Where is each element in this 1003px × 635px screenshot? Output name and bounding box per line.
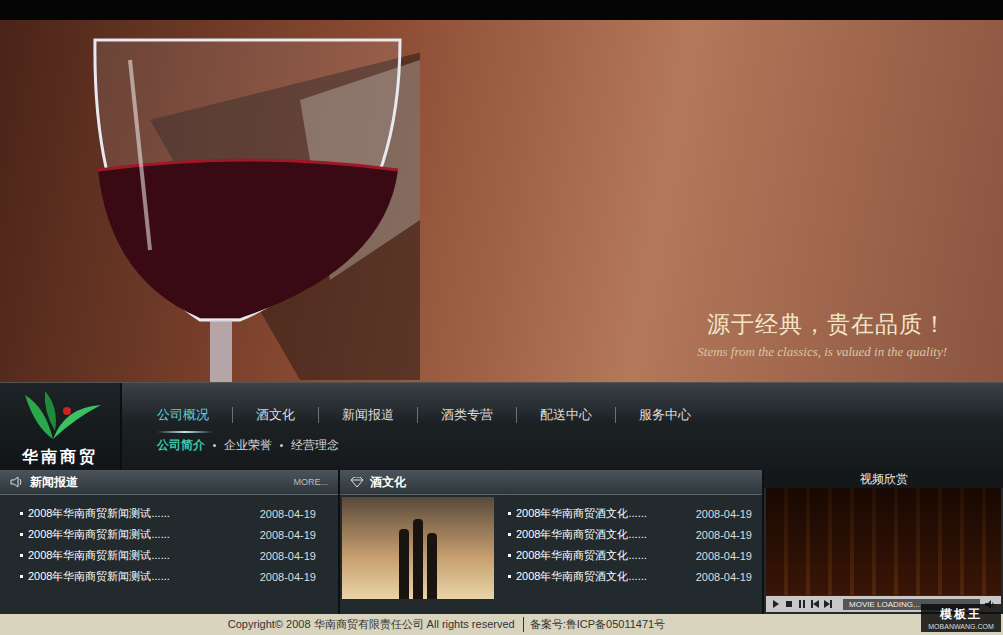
bullet [20,533,23,536]
news-panel: 新闻报道MORE...2008年华南商贸新闻测试......2008-04-19… [0,470,338,614]
content: 新闻报道MORE...2008年华南商贸新闻测试......2008-04-19… [0,470,1003,614]
bullet [508,575,511,578]
row-title: 2008年华南商贸新闻测试...... [28,548,260,563]
row-title: 2008年华南商贸新闻测试...... [28,506,260,521]
row-date: 2008-04-19 [260,571,316,583]
row-title: 2008年华南商贸新闻测试...... [28,569,260,584]
nav-item[interactable]: 服务中心 [615,407,714,423]
bullet [20,512,23,515]
bullet [508,533,511,536]
separator-dot [280,444,283,447]
top-bar [0,0,1003,20]
nav-item[interactable]: 新闻报道 [318,407,417,423]
wine-glass-icon [0,20,420,382]
culture-row[interactable]: 2008年华南商贸酒文化......2008-04-19 [496,566,762,587]
wine-photo [342,497,494,599]
culture-list: 2008年华南商贸酒文化......2008-04-192008年华南商贸酒文化… [496,495,762,614]
panel-header: 新闻报道 MORE... [0,470,338,495]
stop-icon[interactable] [785,600,793,608]
culture-body: 2008年华南商贸酒文化......2008-04-192008年华南商贸酒文化… [340,495,762,614]
video-panel: 视频欣赏MOVIE LOADING... [764,470,1003,614]
speaker-icon [10,476,24,488]
nav-menu: 公司概况酒文化新闻报道酒类专营配送中心服务中心 [157,407,1003,423]
row-date: 2008-04-19 [696,571,752,583]
news-row[interactable]: 2008年华南商贸新闻测试......2008-04-19 [0,566,338,587]
panel-title: 新闻报道 [30,474,78,491]
next-icon[interactable] [824,600,832,608]
news-row[interactable]: 2008年华南商贸新闻测试......2008-04-19 [0,503,338,524]
video-title: 视频欣赏 [764,470,1003,488]
row-date: 2008-04-19 [260,550,316,562]
sub-nav-item[interactable]: 公司简介 [157,437,205,454]
nav-main: 公司概况酒文化新闻报道酒类专营配送中心服务中心公司简介企业荣誉经营理念 [122,383,1003,470]
row-title: 2008年华南商贸新闻测试...... [28,527,260,542]
logo[interactable]: 华南商贸 [0,383,122,470]
culture-row[interactable]: 2008年华南商贸酒文化......2008-04-19 [496,503,762,524]
culture-row[interactable]: 2008年华南商贸酒文化......2008-04-19 [496,524,762,545]
slogan: 源于经典，贵在品质！ Stems from the classics, is va… [697,309,1003,382]
row-title: 2008年华南商贸酒文化...... [516,506,696,521]
leaf-logo-icon [15,387,105,447]
panel-header: 酒文化 [340,470,762,495]
news-list: 2008年华南商贸新闻测试......2008-04-192008年华南商贸新闻… [0,495,338,614]
previous-icon[interactable] [811,600,819,608]
active-glow [157,431,213,433]
news-row[interactable]: 2008年华南商贸新闻测试......2008-04-19 [0,524,338,545]
separator-dot [213,444,216,447]
logo-name: 华南商贸 [22,447,98,468]
bullet [508,554,511,557]
row-date: 2008-04-19 [696,508,752,520]
pause-icon[interactable] [798,600,806,608]
culture-row[interactable]: 2008年华南商贸酒文化......2008-04-19 [496,545,762,566]
page: 源于经典，贵在品质！ Stems from the classics, is va… [0,0,1003,635]
nav-bar: 华南商贸公司概况酒文化新闻报道酒类专营配送中心服务中心公司简介企业荣誉经营理念 [0,382,1003,470]
diamond-icon [350,477,364,487]
row-date: 2008-04-19 [696,529,752,541]
icp-number[interactable]: 备案号:鲁ICP备05011471号 [523,617,666,632]
watermark: 模板王MOBANWANG.COM [921,604,1001,632]
sub-nav-item[interactable]: 经营理念 [291,437,339,454]
bullet [20,575,23,578]
banner: 源于经典，贵在品质！ Stems from the classics, is va… [0,20,1003,382]
footer: Copyright© 2008 华南商贸有限责任公司 All rights re… [0,614,1003,635]
slogan-english: Stems from the classics, is valued in th… [697,344,947,360]
nav-item[interactable]: 酒文化 [232,407,318,423]
sub-nav-item[interactable]: 企业荣誉 [224,437,272,454]
news-row[interactable]: 2008年华南商贸新闻测试......2008-04-19 [0,545,338,566]
row-title: 2008年华南商贸酒文化...... [516,548,696,563]
nav-item[interactable]: 公司概况 [157,407,232,423]
copyright: Copyright© 2008 华南商贸有限责任公司 All rights re… [228,617,515,632]
nav-item[interactable]: 酒类专营 [417,407,516,423]
bullet [508,512,511,515]
more-link[interactable]: MORE... [293,477,328,487]
sub-nav: 公司简介 企业荣誉 经营理念 [157,437,1003,454]
watermark-name: 模板王 [921,606,1001,623]
play-icon[interactable] [772,600,780,608]
row-title: 2008年华南商贸酒文化...... [516,569,696,584]
panel-title: 酒文化 [370,474,406,491]
row-date: 2008-04-19 [696,550,752,562]
culture-panel: 酒文化2008年华南商贸酒文化......2008-04-192008年华南商贸… [340,470,762,614]
slogan-text: 源于经典，贵在品质！ [707,309,947,340]
bullet [20,554,23,557]
video-frame[interactable] [766,488,1001,595]
row-title: 2008年华南商贸酒文化...... [516,527,696,542]
watermark-url: MOBANWANG.COM [921,623,1001,630]
row-date: 2008-04-19 [260,508,316,520]
nav-item[interactable]: 配送中心 [516,407,615,423]
row-date: 2008-04-19 [260,529,316,541]
